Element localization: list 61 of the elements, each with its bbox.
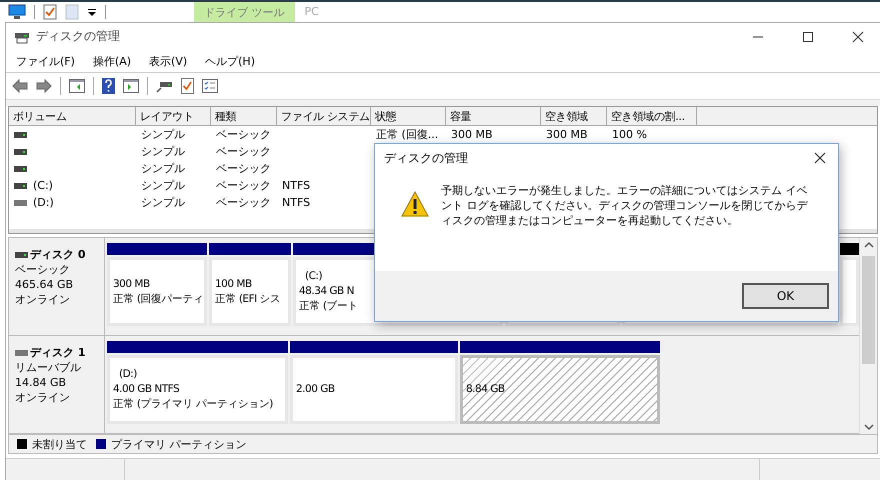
column-header[interactable]: 容量: [446, 107, 541, 125]
table-cell: シンプル: [141, 195, 185, 210]
partition-size: 100 MB: [215, 276, 253, 292]
menu-item[interactable]: ファイル(F): [16, 54, 75, 68]
partition-size: 2.00 GB: [296, 382, 336, 397]
column-header[interactable]: 空き領域の割...: [607, 107, 697, 125]
table-cell: ベーシック: [216, 127, 271, 142]
window-title: ディスクの管理: [36, 28, 120, 45]
table-cell: ベーシック: [216, 161, 271, 176]
partition-status: 正常 (EFI シス: [215, 292, 282, 306]
column-header[interactable]: 空き領域: [541, 107, 607, 125]
disk-status: オンライン: [15, 391, 71, 405]
partition-status: 正常 (回復パーティ: [113, 292, 201, 306]
legend-label: プライマリ パーティション: [111, 436, 246, 452]
partition-status: 正常 (プライマリ パーティション): [113, 397, 274, 412]
ok-button[interactable]: OK: [742, 283, 829, 309]
legend-label: 未割り当て: [32, 436, 87, 452]
table-cell: 正常 (回復...: [376, 127, 438, 142]
table-cell: 300 MB: [546, 128, 588, 141]
table-cell: (C:): [33, 179, 53, 192]
menu-item[interactable]: 操作(A): [92, 54, 132, 68]
partition-size: 48.34 GB N: [299, 284, 355, 299]
partition-size: 4.00 GB NTFS: [113, 382, 180, 397]
disk-size: 14.84 GB: [15, 376, 68, 390]
column-header[interactable]: レイアウト: [136, 107, 211, 125]
error-message: 予期しないエラーが発生しました。エラーの詳細についてはシステム イベント ログを確認してください。ディスクの管理コンソールを閉じてからディスクの管理またはコンピューターを再起動してください。: [441, 183, 809, 228]
disk-type: ベーシック: [15, 263, 71, 277]
column-header[interactable]: 種類: [211, 107, 277, 125]
table-cell: NTFS: [282, 179, 310, 192]
partition-size: 300 MB: [113, 276, 151, 292]
table-cell: ベーシック: [216, 178, 271, 193]
partition-status: 正常 (ブート: [299, 299, 359, 314]
table-cell: 300 MB: [451, 128, 493, 141]
disk-name: ディスク 1: [30, 346, 86, 360]
table-cell: シンプル: [141, 178, 185, 193]
menu-item[interactable]: 表示(V): [149, 54, 188, 68]
column-header[interactable]: ボリューム: [9, 107, 136, 125]
table-cell: NTFS: [282, 196, 310, 209]
table-cell: シンプル: [141, 161, 185, 176]
table-cell: シンプル: [141, 127, 185, 142]
table-cell: 100 %: [612, 128, 647, 141]
disk-name: ディスク 0: [30, 248, 86, 262]
table-cell: (D:): [33, 196, 54, 209]
table-cell: ベーシック: [216, 144, 271, 159]
table-cell: ベーシック: [216, 195, 271, 210]
column-header[interactable]: ファイル システム: [277, 107, 371, 125]
partition-block[interactable]: 100 MB 正常 (EFI シス: [209, 257, 291, 326]
partition-label: (D:): [118, 367, 138, 382]
table-cell: シンプル: [141, 144, 185, 159]
partition-block[interactable]: 2.00 GB: [290, 355, 458, 424]
partition-size: 8.84 GB: [466, 382, 506, 397]
partition-block[interactable]: 8.84 GB: [460, 355, 660, 424]
menu-item[interactable]: ヘルプ(H): [205, 54, 255, 68]
partition-block[interactable]: (D:) 4.00 GB NTFS 正常 (プライマリ パーティション): [107, 355, 288, 424]
dialog-title: ディスクの管理: [384, 150, 468, 166]
disk-status: オンライン: [15, 293, 71, 307]
disk-size: 465.64 GB: [15, 278, 74, 292]
column-header[interactable]: 状態: [371, 107, 446, 125]
disk-type: リムーバブル: [15, 361, 82, 375]
partition-label: (C:): [304, 269, 324, 284]
partition-block[interactable]: 300 MB 正常 (回復パーティ: [107, 257, 207, 326]
